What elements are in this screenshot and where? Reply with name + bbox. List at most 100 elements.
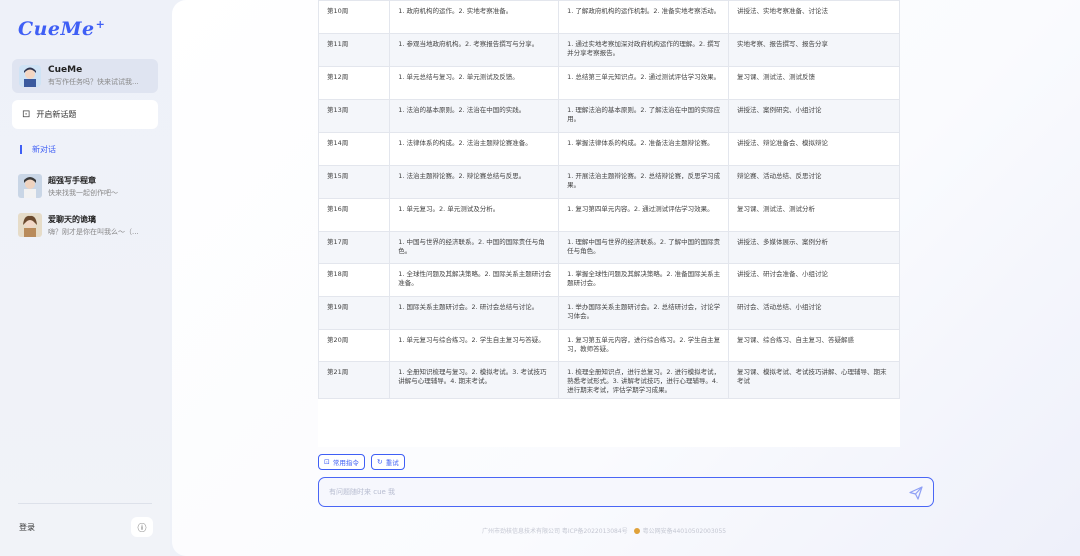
table-row: 第18周 1. 全球性问题及其解决策略。2. 国际关系主题研讨会准备。 1. 掌握全…	[318, 263, 900, 297]
table-cell: 1. 法律体系的构成。2. 法治主题辩论赛准备。	[389, 132, 560, 166]
table-cell: 1. 复习第五单元内容，进行综合练习。2. 学生自主复习，教师答疑。	[558, 329, 730, 362]
table-cell: 讲授法、辩论准备会、模拟辩论	[728, 132, 900, 166]
schedule-table: 第9周1. 国家机构的组成。2. 国家机构的职能。1. 了解国家机构的组成，明确…	[318, 0, 900, 399]
retry-button[interactable]: ↻ 重试	[370, 454, 405, 470]
table-cell: 1. 单元复习。2. 单元测试及分析。	[389, 198, 560, 232]
table-cell: 1. 总结第三单元知识点。2. 通过测试评估学习效果。	[558, 66, 730, 100]
table-cell: 讲授法、实地考察准备、讨论法	[728, 0, 900, 34]
agent-avatar	[19, 65, 41, 87]
new-topic-button[interactable]: ⊡ 开启新话题	[12, 100, 158, 129]
send-icon[interactable]	[909, 485, 923, 504]
week-cell: 第11周	[318, 33, 391, 67]
action-row: ⊡ 常用指令 ↻ 重试	[318, 454, 405, 470]
table-cell: 复习课、测试法、测试反馈	[728, 66, 900, 100]
table-cell: 1. 全球性问题及其解决策略。2. 国际关系主题研讨会准备。	[389, 263, 560, 297]
table-cell: 1. 全册知识梳理与复习。2. 模拟考试。3. 考试技巧讲解与心理辅导。4. 期…	[389, 361, 560, 399]
footer: 广州市劲核信息技术有限公司 粤ICP备2022013084号 粤公网安备4401…	[482, 526, 726, 535]
table-row: 第21周 1. 全册知识梳理与复习。2. 模拟考试。3. 考试技巧讲解与心理辅导。…	[318, 361, 900, 399]
table-cell: 1. 法治主题辩论赛。2. 辩论赛总结与反思。	[389, 165, 560, 199]
week-cell: 第13周	[318, 99, 391, 133]
table-cell: 讲授法、多媒体展示、案例分析	[728, 231, 900, 264]
week-cell: 第14周	[318, 132, 391, 166]
chat-name: 超强写手程章	[48, 175, 96, 185]
table-cell: 1. 参观当地政府机构。2. 考察报告撰写与分享。	[389, 33, 560, 67]
table-row: 第11周 1. 参观当地政府机构。2. 考察报告撰写与分享。 1. 通过实地考察加深…	[318, 33, 900, 67]
app-logo[interactable]: CueMe+	[18, 18, 105, 40]
table-cell: 1. 掌握全球性问题及其解决策略。2. 准备国际关系主题研讨会。	[558, 263, 730, 297]
agent-card-cueme[interactable]: CueMe 有写作任务吗？快来试试我...	[12, 59, 158, 93]
table-row: 第16周 1. 单元复习。2. 单元测试及分析。 1. 复习第四单元内容。2. 通过…	[318, 198, 900, 232]
login-link[interactable]: 登录	[19, 522, 35, 533]
table-cell: 实地考察、报告撰写、报告分享	[728, 33, 900, 67]
table-row: 第19周 1. 国际关系主题研讨会。2. 研讨会总结与讨论。 1. 举办国际关系主题…	[318, 296, 900, 330]
table-cell: 1. 掌握法律体系的构成。2. 准备法治主题辩论赛。	[558, 132, 730, 166]
table-cell: 1. 理解中国与世界的经济联系。2. 了解中国的国际责任与角色。	[558, 231, 730, 264]
week-cell: 第21周	[318, 361, 391, 399]
week-cell: 第10周	[318, 0, 391, 34]
table-cell: 讲授法、案例研究、小组讨论	[728, 99, 900, 133]
week-cell: 第19周	[318, 296, 391, 330]
table-row: 第13周 1. 法治的基本原则。2. 法治在中国的实践。 1. 理解法治的基本原则。…	[318, 99, 900, 133]
week-cell: 第18周	[318, 263, 391, 297]
table-cell: 复习课、测试法、测试分析	[728, 198, 900, 232]
commands-button[interactable]: ⊡ 常用指令	[318, 454, 365, 470]
chat-plus-icon: ⊡	[22, 109, 31, 120]
main-panel: 第9周1. 国家机构的组成。2. 国家机构的职能。1. 了解国家机构的组成，明确…	[172, 0, 1080, 556]
sidebar-item-chat[interactable]: 超强写手程章 快来找我一起创作吧～	[18, 172, 158, 200]
table-cell: 1. 单元复习与综合练习。2. 学生自主复习与答疑。	[389, 329, 560, 362]
week-cell: 第17周	[318, 231, 391, 264]
table-row: 第20周 1. 单元复习与综合练习。2. 学生自主复习与答疑。 1. 复习第五单元内…	[318, 329, 900, 362]
table-cell: 讲授法、研讨会准备、小组讨论	[728, 263, 900, 297]
table-cell: 1. 国际关系主题研讨会。2. 研讨会总结与讨论。	[389, 296, 560, 330]
table-row: 第10周 1. 政府机构的运作。2. 实地考察准备。 1. 了解政府机构的运作机制。…	[318, 0, 900, 34]
week-cell: 第15周	[318, 165, 391, 199]
table-row: 第12周 1. 单元总结与复习。2. 单元测试及反馈。 1. 总结第三单元知识点。2…	[318, 66, 900, 100]
table-cell: 1. 中国与世界的经济联系。2. 中国的国际责任与角色。	[389, 231, 560, 264]
table-cell: 1. 举办国际关系主题研讨会。2. 总结研讨会，讨论学习体会。	[558, 296, 730, 330]
commands-label: 常用指令	[332, 459, 359, 467]
divider	[18, 503, 152, 504]
agent-desc: 有写作任务吗？快来试试我...	[48, 78, 139, 86]
info-icon[interactable]: ⓘ	[131, 517, 153, 537]
week-cell: 第20周	[318, 329, 391, 362]
table-cell: 1. 了解政府机构的运作机制。2. 准备实地考察活动。	[558, 0, 730, 34]
chat-avatar	[18, 213, 42, 237]
chat-avatar	[18, 174, 42, 198]
retry-label: 重试	[385, 459, 399, 467]
chat-input-box	[318, 477, 934, 507]
sparkle-icon: +	[95, 18, 106, 31]
new-chat-label: 新对话	[32, 145, 56, 154]
table-cell: 1. 开展法治主题辩论赛。2. 总结辩论赛，反思学习成果。	[558, 165, 730, 199]
table-cell: 复习课、综合练习、自主复习、答疑解惑	[728, 329, 900, 362]
table-cell: 1. 通过实地考察加深对政府机构运作的理解。2. 撰写并分享考察报告。	[558, 33, 730, 67]
login-bar: 登录 ⓘ	[0, 503, 170, 553]
police-badge-icon	[633, 527, 640, 534]
table-cell: 研讨会、活动总结、小组讨论	[728, 296, 900, 330]
sidebar-item-new-chat[interactable]: 新对话	[20, 144, 56, 155]
sidebar-item-chat[interactable]: 爱聊天的诡璃 嗨？刚才是你在叫我么～（...	[18, 211, 158, 239]
response-table-container: 第9周1. 国家机构的组成。2. 国家机构的职能。1. 了解国家机构的组成，明确…	[318, 0, 900, 447]
table-cell: 1. 单元总结与复习。2. 单元测试及反馈。	[389, 66, 560, 100]
week-cell: 第12周	[318, 66, 391, 100]
agent-name: CueMe	[48, 65, 83, 75]
table-cell: 1. 政府机构的运作。2. 实地考察准备。	[389, 0, 560, 34]
table-cell: 复习课、模拟考试、考试技巧讲解、心理辅导、期末考试	[728, 361, 900, 399]
table-row: 第14周 1. 法律体系的构成。2. 法治主题辩论赛准备。 1. 掌握法律体系的构成…	[318, 132, 900, 166]
table-cell: 1. 复习第四单元内容。2. 通过测试评估学习效果。	[558, 198, 730, 232]
chat-desc: 嗨？刚才是你在叫我么～（...	[48, 227, 139, 236]
chat-desc: 快来找我一起创作吧～	[48, 188, 118, 197]
chat-input[interactable]	[329, 488, 889, 496]
table-cell: 1. 梳理全册知识点，进行总复习。2. 进行模拟考试，熟悉考试形式。3. 讲解考…	[558, 361, 730, 399]
active-indicator	[20, 145, 22, 154]
new-topic-label: 开启新话题	[36, 110, 77, 119]
table-cell: 1. 理解法治的基本原则。2. 了解法治在中国的实际应用。	[558, 99, 730, 133]
footer-company[interactable]: 广州市劲核信息技术有限公司 粤ICP备2022013084号	[482, 526, 628, 535]
table-row: 第17周 1. 中国与世界的经济联系。2. 中国的国际责任与角色。 1. 理解中国与…	[318, 231, 900, 264]
refresh-icon: ↻	[376, 458, 383, 466]
sidebar: CueMe+ CueMe 有写作任务吗？快来试试我... ⊡ 开启新话题 新对话	[0, 0, 170, 556]
week-cell: 第16周	[318, 198, 391, 232]
footer-police[interactable]: 粤公网安备44010502003055	[643, 526, 726, 535]
table-cell: 1. 法治的基本原则。2. 法治在中国的实践。	[389, 99, 560, 133]
chat-name: 爱聊天的诡璃	[48, 214, 96, 224]
table-cell: 辩论赛、活动总结、反思讨论	[728, 165, 900, 199]
